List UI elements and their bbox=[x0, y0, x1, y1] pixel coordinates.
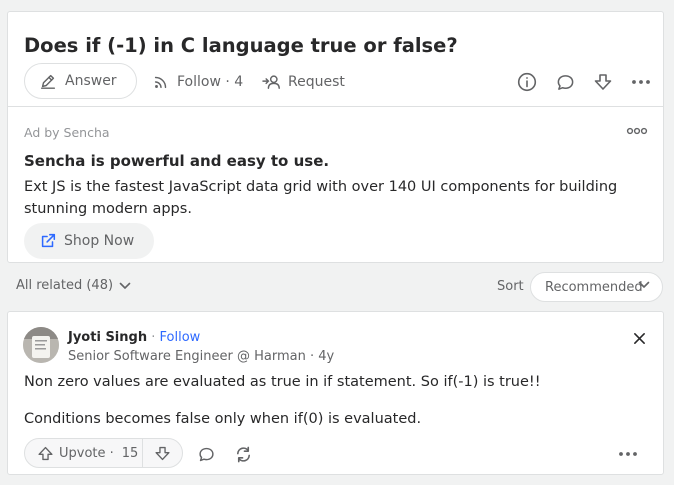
upvote-count: 15 bbox=[121, 445, 139, 461]
all-related-label: All related (48) bbox=[16, 278, 114, 293]
ad-body: Ext JS is the fastest JavaScript data gr… bbox=[24, 179, 618, 217]
downvote-button[interactable] bbox=[143, 439, 182, 467]
upvote-label: Upvote · bbox=[59, 445, 114, 461]
downvote-icon bbox=[154, 445, 171, 462]
follow-signal-icon bbox=[152, 73, 170, 91]
share-icon bbox=[234, 445, 253, 464]
follow-label: Follow · 4 bbox=[177, 74, 244, 90]
answer-paragraph: Non zero values are evaluated as true in… bbox=[24, 374, 541, 390]
question-title[interactable]: Does if (-1) in C language true or false… bbox=[24, 34, 458, 57]
chevron-down-icon bbox=[119, 282, 131, 290]
divider bbox=[8, 106, 663, 107]
pencil-icon bbox=[39, 72, 57, 90]
info-button[interactable] bbox=[508, 63, 546, 101]
shop-now-button[interactable]: Shop Now bbox=[24, 223, 155, 259]
vote-group: Upvote · 15 bbox=[24, 438, 183, 468]
info-icon bbox=[517, 72, 537, 92]
answer-button[interactable]: Answer bbox=[24, 63, 137, 99]
question-card: Does if (-1) in C language true or false… bbox=[7, 11, 664, 263]
chevron-down-icon bbox=[638, 281, 650, 289]
answer-more-button[interactable] bbox=[617, 443, 639, 465]
external-link-icon bbox=[39, 232, 57, 250]
avatar[interactable] bbox=[23, 327, 59, 363]
ad-more-button[interactable] bbox=[625, 122, 649, 140]
upvote-button[interactable]: Upvote · 15 bbox=[25, 439, 143, 467]
answer-label: Answer bbox=[65, 73, 117, 89]
sort-value: Recommended bbox=[545, 279, 643, 295]
shop-now-label: Shop Now bbox=[64, 233, 135, 249]
author-name[interactable]: Jyoti Singh bbox=[68, 330, 147, 345]
request-label: Request bbox=[288, 74, 345, 90]
more-icon bbox=[618, 451, 638, 457]
upvote-icon bbox=[37, 445, 54, 462]
question-action-bar: Answer Follow · 4 Request bbox=[24, 63, 650, 101]
answer-card: Jyoti Singh · Follow Senior Software Eng… bbox=[7, 311, 664, 475]
request-person-icon bbox=[262, 73, 282, 91]
share-button[interactable] bbox=[232, 443, 254, 465]
all-related-dropdown[interactable]: All related (48) bbox=[16, 278, 131, 293]
author-line: Jyoti Singh · Follow bbox=[68, 330, 200, 345]
comment-button[interactable] bbox=[195, 443, 217, 465]
downvote-question-button[interactable] bbox=[584, 63, 622, 101]
follow-button[interactable]: Follow · 4 bbox=[152, 63, 243, 101]
comment-icon bbox=[198, 446, 215, 463]
sort-dropdown[interactable]: Recommended bbox=[530, 272, 663, 302]
more-icon bbox=[631, 79, 651, 85]
sort-label: Sort bbox=[497, 279, 524, 294]
author-credential: Senior Software Engineer @ Harman · 4y bbox=[68, 349, 335, 364]
comment-button[interactable] bbox=[546, 63, 584, 101]
downvote-icon bbox=[593, 72, 613, 92]
request-button[interactable]: Request bbox=[262, 63, 345, 101]
more-options-button[interactable] bbox=[622, 63, 660, 101]
more-icon bbox=[626, 127, 648, 135]
separator-dot: · bbox=[151, 330, 156, 345]
ad-title[interactable]: Sencha is powerful and easy to use. bbox=[24, 152, 329, 170]
follow-author-link[interactable]: Follow bbox=[160, 330, 201, 345]
close-button[interactable] bbox=[629, 328, 649, 348]
ad-label: Ad by Sencha bbox=[24, 125, 110, 140]
close-icon bbox=[633, 332, 646, 345]
answer-paragraph: Conditions becomes false only when if(0)… bbox=[24, 411, 422, 427]
comment-icon bbox=[556, 73, 575, 92]
